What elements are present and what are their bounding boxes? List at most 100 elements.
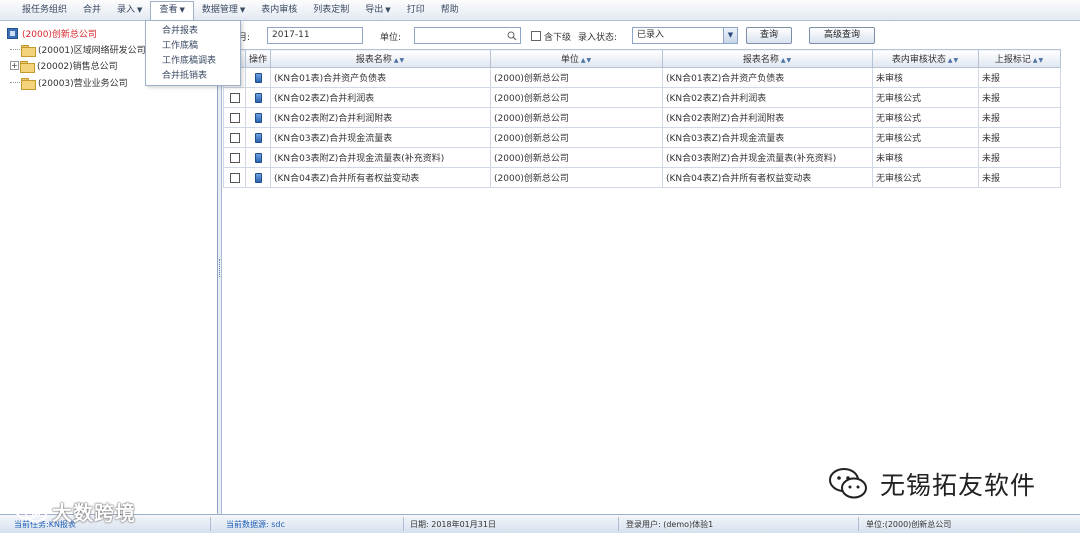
row-checkbox[interactable] [229,132,240,143]
dropdown-item[interactable]: 合并抵销表 [146,69,240,84]
tree-node-child[interactable]: (20001)区域网络研发公司 [10,42,146,57]
header-report-flag[interactable]: 上报标记 ▲▼ [978,49,1061,68]
chat-bubbles-icon [15,500,47,522]
sort-icon[interactable]: ▲▼ [948,57,959,64]
open-report-icon[interactable] [254,92,262,103]
cell-report-flag: 未报 [978,127,1061,148]
menu-item[interactable]: 录入 ▼ [109,0,150,21]
expand-plus-icon[interactable]: + [10,61,19,70]
filter-bar: 月: 2017-11 单位: 含下级 录入状态: 已录入 ▼ 查询 高级查询 [223,24,1080,48]
tree-node-child[interactable]: (20003)营业业务公司 [10,75,128,90]
table-row[interactable]: (KN合03表Z)合并现金流量表 (2000)创新总公司 (KN合03表Z)合并现金… [223,127,1061,148]
sort-icon[interactable]: ▲▼ [781,57,792,64]
cell-unit: (2000)创新总公司 [490,87,663,108]
advanced-query-button[interactable]: 高级查询 [809,27,875,44]
menu-item-label: 数据管理 [201,4,238,15]
row-checkbox[interactable] [229,112,240,123]
menu-item[interactable]: 打印 [399,0,433,21]
include-sub-checkbox[interactable] [531,31,541,41]
menu-item[interactable]: 帮助 [433,0,467,21]
open-report-icon[interactable] [254,172,262,183]
menu-item[interactable]: 表内审核 [253,0,305,21]
watermark-right: 无锡拓友软件 [828,466,1036,502]
splitter-grip-icon[interactable] [219,259,221,277]
watermark-left-text: 大数跨境 [52,501,136,525]
view-dropdown-menu: 合并报表 工作底稿 工作底稿调表 合并抵销表 [145,20,241,86]
report-grid: 操作 报表名称 ▲▼ 单位 ▲▼ 报表名称 ▲▼ 表内审核状态 ▲▼ 上报标记 ▲▼ (K… [223,49,1080,514]
menu-item-label: 录入 [117,4,136,15]
row-checkbox[interactable] [229,172,240,183]
status-select[interactable]: 已录入 ▼ [632,27,738,44]
tree-node-label: (20003)营业业务公司 [38,79,128,89]
cell-select[interactable] [223,147,246,168]
entity-search-input[interactable] [414,27,521,44]
open-report-icon[interactable] [254,132,262,143]
sort-icon[interactable]: ▲▼ [1033,57,1044,64]
sort-icon[interactable]: ▲▼ [581,57,592,64]
tree-node-label: (20001)区域网络研发公司 [38,46,146,56]
menu-item[interactable]: 合并 [75,0,109,21]
cell-action[interactable] [245,67,271,88]
menu-item-label: 导出 [365,4,384,15]
cell-report-flag: 未报 [978,147,1061,168]
table-row[interactable]: (KN合03表附Z)合并现金流量表(补充资料) (2000)创新总公司 (KN合03… [223,147,1061,168]
cell-report-name-2: (KN合04表Z)合并所有者权益变动表 [662,167,873,188]
cell-select[interactable] [223,107,246,128]
cell-action[interactable] [245,167,271,188]
cell-action[interactable] [245,147,271,168]
month-value: 2017-11 [272,30,310,40]
menu-item-label: 合并 [83,4,102,15]
chevron-down-icon[interactable]: ▼ [723,28,737,43]
table-row[interactable]: (KN合01表)合并资产负债表 (2000)创新总公司 (KN合01表Z)合并资产负… [223,67,1061,88]
header-report-name[interactable]: 报表名称 ▲▼ [270,49,491,68]
header-unit[interactable]: 单位 ▲▼ [490,49,663,68]
open-report-icon[interactable] [254,72,262,83]
tree-node-root[interactable]: (2000)创新总公司 [7,26,97,41]
org-root-icon [7,28,18,39]
cell-report-name: (KN合03表Z)合并现金流量表 [270,127,491,148]
include-sub-label: 含下级 [544,33,572,43]
cell-select[interactable] [223,127,246,148]
dropdown-item[interactable]: 合并报表 [146,24,240,39]
status-date: 日期: 2018年01月31日 [410,520,496,529]
sort-icon[interactable]: ▲▼ [394,57,405,64]
folder-icon [20,60,35,73]
status-divider [618,517,619,531]
cell-action[interactable] [245,127,271,148]
status-divider [210,517,211,531]
dropdown-item[interactable]: 工作底稿 [146,39,240,54]
menu-item[interactable]: 报任务组织 [14,0,75,21]
menu-item[interactable]: 列表定制 [305,0,357,21]
table-row[interactable]: (KN合02表Z)合并利润表 (2000)创新总公司 (KN合02表Z)合并利润表无… [223,87,1061,108]
header-report-name-2[interactable]: 报表名称 ▲▼ [662,49,873,68]
menubar: 报任务组织 合并 录入 ▼ 查看 ▼ 数据管理 ▼ 表内审核 列表定制 导出 ▼ 打印 帮助 [0,0,1080,21]
cell-report-flag: 未报 [978,107,1061,128]
cell-audit-status: 无审核公式 [872,167,979,188]
panel-splitter[interactable] [218,21,222,514]
table-row[interactable]: (KN合02表附Z)合并利润附表 (2000)创新总公司 (KN合02表附Z)合并利… [223,107,1061,128]
cell-action[interactable] [245,87,271,108]
tree-node-child[interactable]: + (20002)销售总公司 [10,58,118,73]
header-audit-status[interactable]: 表内审核状态 ▲▼ [872,49,979,68]
menu-item[interactable]: 数据管理 ▼ [194,0,253,21]
cell-select[interactable] [223,87,246,108]
cell-action[interactable] [245,107,271,128]
org-tree-panel: (2000)创新总公司 (20001)区域网络研发公司 + (20002)销售总… [0,21,218,514]
dropdown-item[interactable]: 工作底稿调表 [146,54,240,69]
month-input[interactable]: 2017-11 [267,27,363,44]
menu-item[interactable]: 查看 ▼ [150,0,194,20]
open-report-icon[interactable] [254,112,262,123]
status-divider [858,517,859,531]
watermark-right-text: 无锡拓友软件 [880,471,1037,500]
open-report-icon[interactable] [254,152,262,163]
row-checkbox[interactable] [229,152,240,163]
cell-select[interactable] [223,167,246,188]
table-row[interactable]: (KN合04表Z)合并所有者权益变动表 (2000)创新总公司 (KN合04表Z)合… [223,167,1061,188]
menu-item[interactable]: 导出 ▼ [357,0,398,21]
search-icon[interactable] [507,31,517,41]
caret-down-icon: ▼ [385,5,391,14]
cell-audit-status: 未审核 [872,147,979,168]
menu-item-label: 帮助 [440,4,459,15]
row-checkbox[interactable] [229,92,240,103]
query-button[interactable]: 查询 [746,27,792,44]
